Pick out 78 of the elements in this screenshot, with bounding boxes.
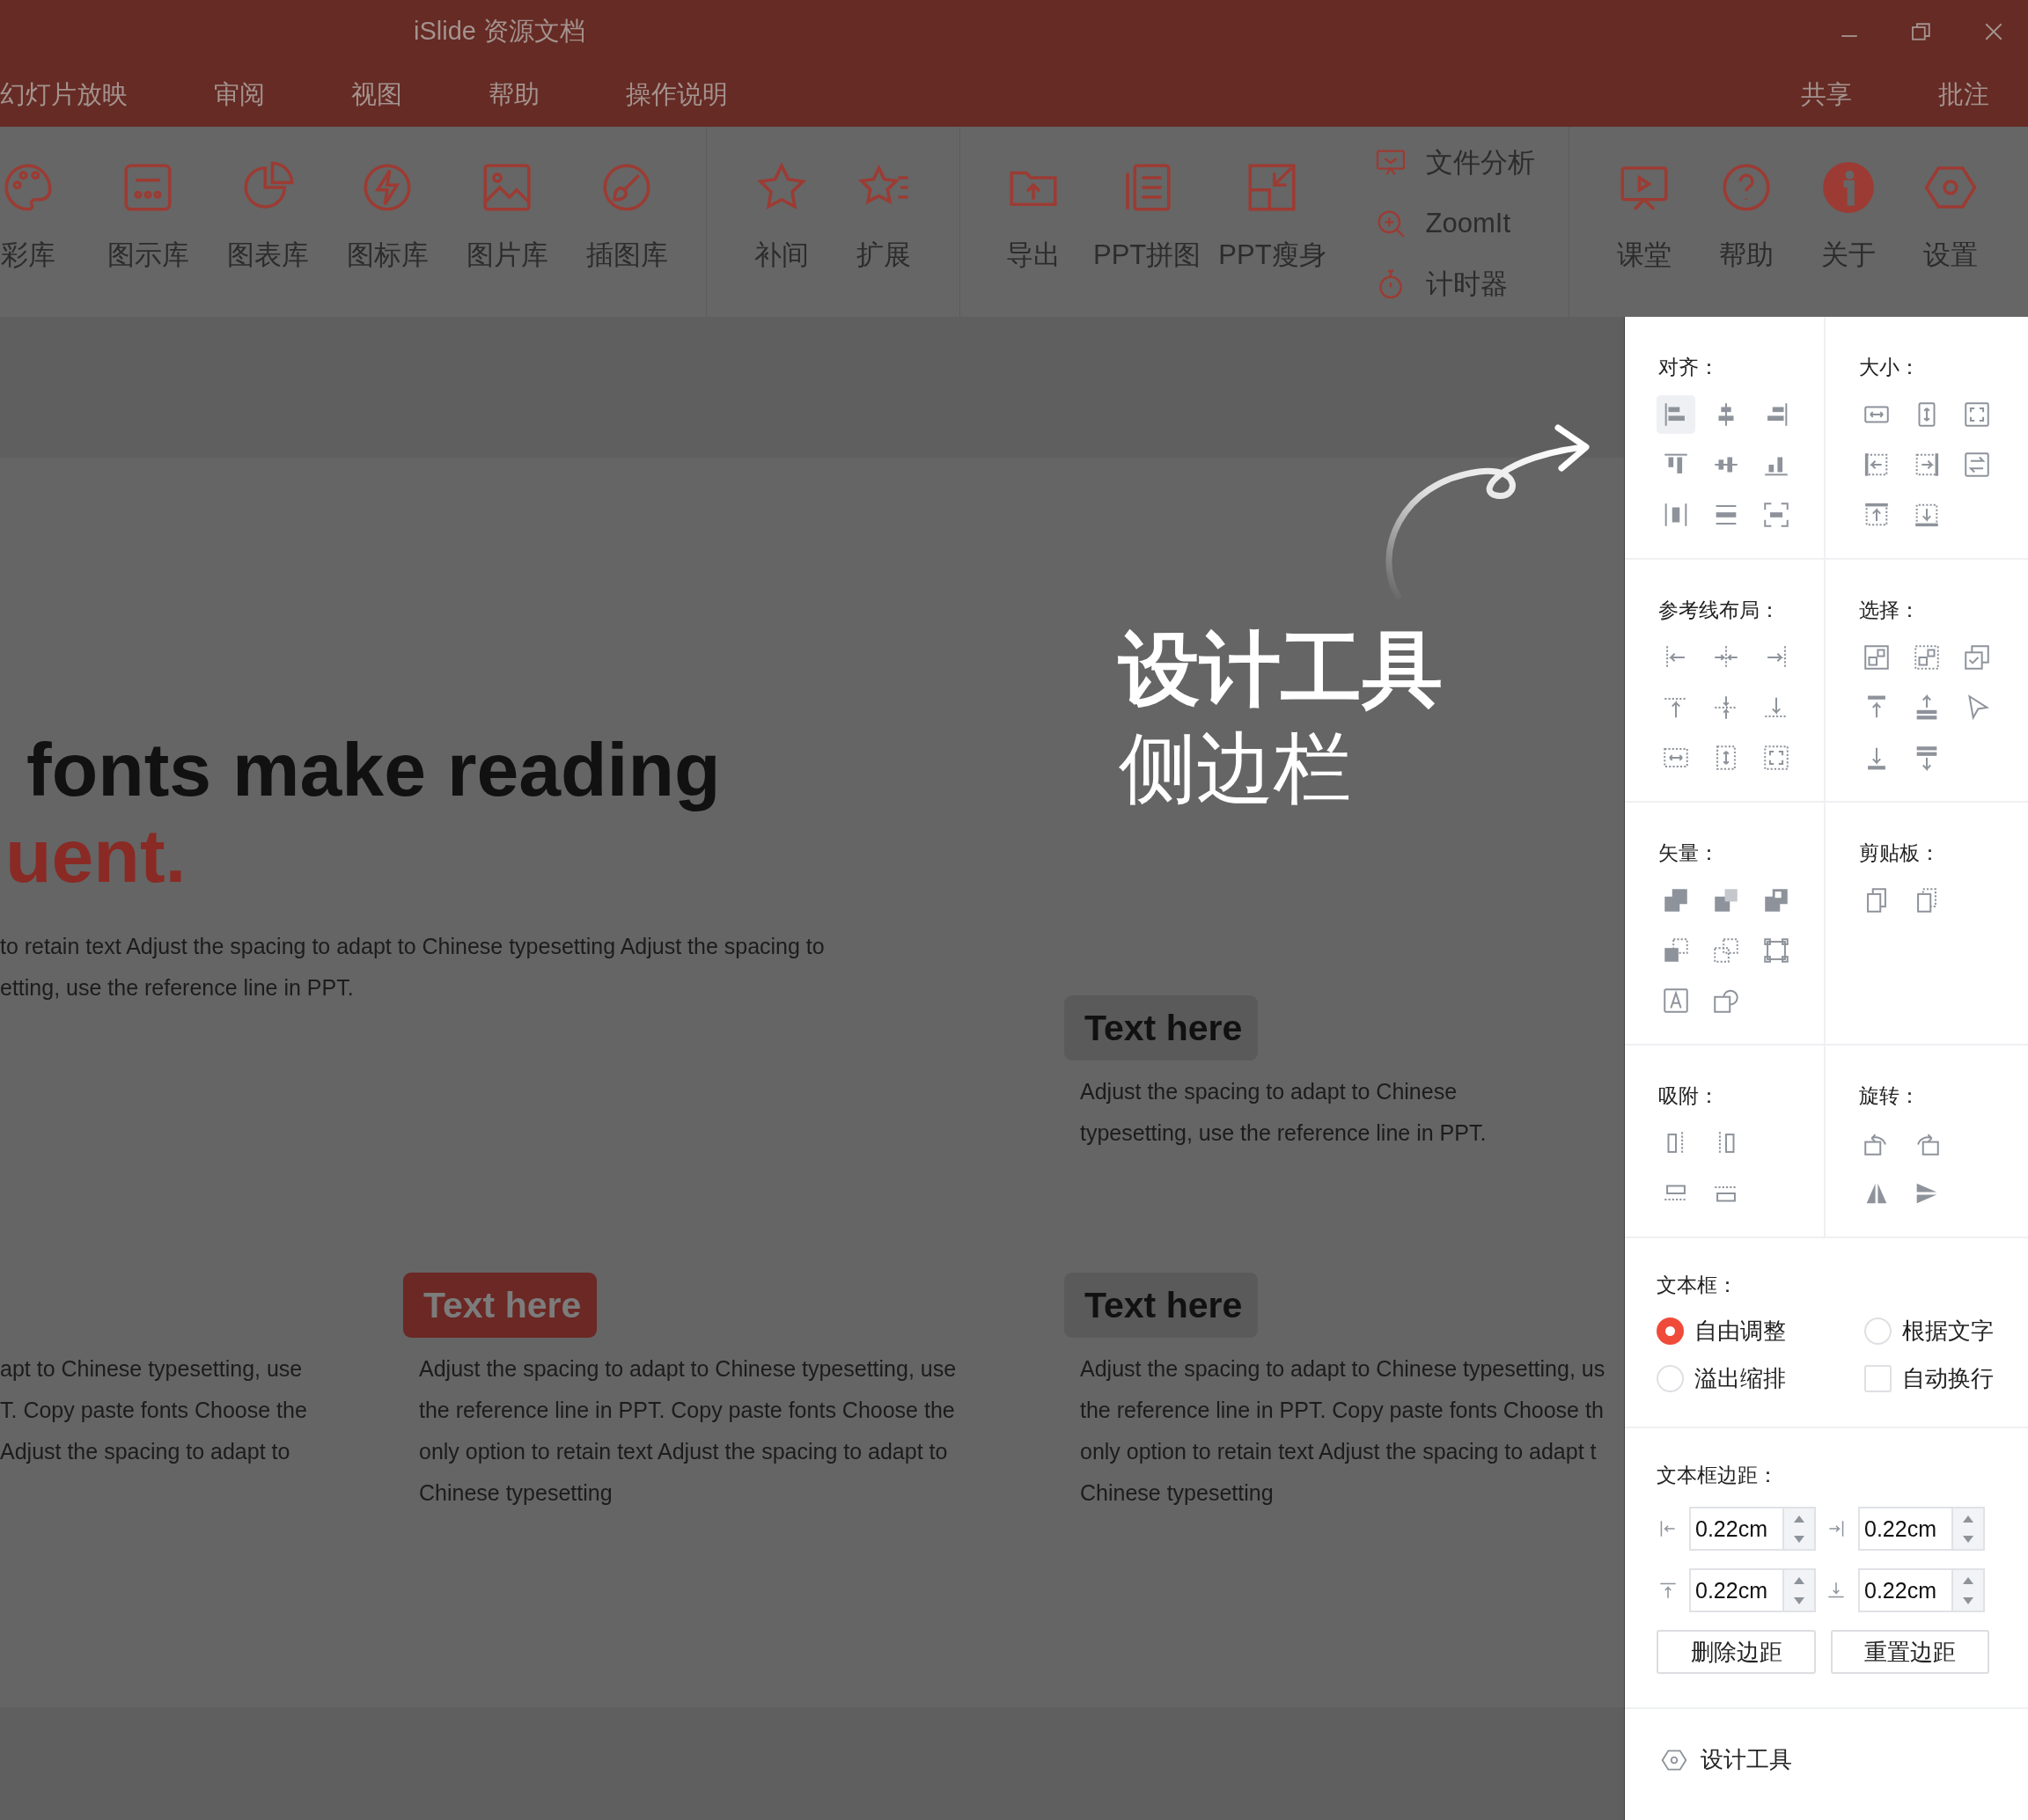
info-button[interactable]: 关于: [1797, 127, 1899, 317]
menu-tab[interactable]: 幻灯片放映: [0, 77, 128, 113]
decrement-button[interactable]: [1953, 1590, 1983, 1611]
section-title: 选择：: [1859, 598, 1921, 621]
menu-tab[interactable]: 审阅: [214, 77, 265, 113]
caret-down-icon: [1794, 1535, 1804, 1543]
menu-tab[interactable]: 共享: [1801, 77, 1852, 113]
image-button[interactable]: 图片库: [447, 127, 567, 317]
decrement-button[interactable]: [1784, 1529, 1814, 1549]
lightning-button[interactable]: 图标库: [327, 127, 447, 317]
stopwatch-button[interactable]: 计时器: [1372, 253, 1535, 314]
caret-up-icon: [1963, 1515, 1973, 1523]
slide-heading: uent.: [5, 812, 187, 899]
zoom-in-button[interactable]: ZoomIt: [1372, 193, 1535, 253]
body-text: to retain text Adjust the spacing to adapt to Chinese typesetting Adjust the spacing to etting, use the reference line in PPT.: [0, 933, 826, 1002]
slide-heading: fonts make reading: [26, 726, 722, 812]
section-title: 旋转：: [1859, 1084, 1921, 1107]
text-label: Text here: [1064, 1273, 1259, 1338]
increment-button[interactable]: [1953, 1508, 1983, 1529]
caret-down-icon: [1963, 1535, 1973, 1543]
checkbox-option[interactable]: 自动换行: [1864, 1354, 1996, 1402]
action-button[interactable]: 重置边距: [1831, 1630, 1989, 1674]
increment-button[interactable]: [1784, 1570, 1814, 1590]
menu-tab[interactable]: 批注: [1938, 77, 1989, 113]
body-text: apt to Chinese typesetting, use T. Copy paste fonts Choose the Adjust the spacing to adapt to: [0, 1355, 308, 1465]
section-title: 参考线布局：: [1658, 598, 1781, 621]
radio-option[interactable]: 溢出缩排: [1657, 1354, 1864, 1402]
window-title: iSlide 资源文档: [414, 16, 585, 47]
section-title: 对齐：: [1658, 356, 1720, 378]
callout-subtitle: 侧边栏: [1119, 723, 1352, 813]
align-left-icon[interactable]: [1657, 395, 1695, 434]
question-button[interactable]: 帮助: [1694, 127, 1797, 317]
caret-down-icon: [1963, 1596, 1973, 1604]
presentation-button[interactable]: 课堂: [1592, 127, 1695, 317]
section-title: 吸附：: [1658, 1084, 1720, 1107]
caret-up-icon: [1794, 1576, 1804, 1584]
body-text: Adjust the spacing to adapt to Chinese typesetting, use the reference line in PPT.: [1080, 1078, 1488, 1147]
hexagon-button[interactable]: 设置: [1899, 127, 2002, 317]
checkbox[interactable]: [1864, 1364, 1892, 1392]
caret-down-icon: [1794, 1596, 1804, 1604]
decrement-button[interactable]: [1784, 1590, 1814, 1611]
text-label: Text here: [403, 1273, 598, 1338]
footer-label: 设计工具: [1701, 1745, 1792, 1774]
number-field[interactable]: 0.22cm: [1689, 1568, 1816, 1612]
menu-tab[interactable]: 视图: [351, 77, 402, 113]
menu-tab[interactable]: 操作说明: [626, 77, 728, 113]
body-text: Adjust the spacing to adapt to Chinese typesetting, use the reference line in PPT. Copy paste fonts Choose the only option to retain text Adjust the spacing to adapt to Chinese typesetting: [419, 1355, 958, 1507]
increment-button[interactable]: [1784, 1508, 1814, 1529]
decrement-button[interactable]: [1953, 1529, 1983, 1549]
section-title: 剪贴板：: [1859, 841, 1941, 864]
number-field[interactable]: 0.22cm: [1689, 1507, 1816, 1551]
star-list-button[interactable]: 扩展: [833, 127, 935, 317]
menu-tab[interactable]: 帮助: [489, 77, 540, 113]
document-button[interactable]: PPT拼图: [1084, 127, 1210, 317]
palette-button[interactable]: 彩库: [0, 127, 88, 317]
brush-button[interactable]: 插图库: [567, 127, 687, 317]
number-field[interactable]: 0.22cm: [1858, 1568, 1985, 1612]
section-title: 大小：: [1859, 356, 1921, 378]
caret-up-icon: [1963, 1576, 1973, 1584]
diagram-button[interactable]: 图示库: [88, 127, 208, 317]
folder-button[interactable]: 导出: [982, 127, 1084, 317]
star-button[interactable]: 补间: [731, 127, 833, 317]
text-label: Text here: [1064, 995, 1259, 1060]
body-text: Adjust the spacing to adapt to Chinese typesetting, us the reference line in PPT. Copy paste fonts Choose th only option to retain text Adjust the spacing to adapt t Chinese typesetting: [1080, 1355, 1606, 1507]
number-field[interactable]: 0.22cm: [1858, 1507, 1985, 1551]
pie-chart-button[interactable]: 图表库: [208, 127, 327, 317]
section-title: 文本框边距：: [1657, 1464, 1779, 1486]
section-title: 文本框：: [1657, 1273, 1738, 1296]
callout-title: 设计工具: [1119, 623, 1444, 716]
section-title: 矢量：: [1658, 841, 1720, 864]
radio-option[interactable]: 自由调整: [1657, 1307, 1864, 1354]
caret-up-icon: [1794, 1515, 1804, 1523]
increment-button[interactable]: [1953, 1570, 1983, 1590]
shrink-button[interactable]: PPT瘦身: [1209, 127, 1335, 317]
screen-button[interactable]: 文件分析: [1372, 132, 1535, 193]
radio-option[interactable]: 根据文字: [1864, 1307, 1996, 1354]
radio-button[interactable]: [1657, 1317, 1684, 1345]
action-button[interactable]: 删除边距: [1657, 1630, 1816, 1674]
